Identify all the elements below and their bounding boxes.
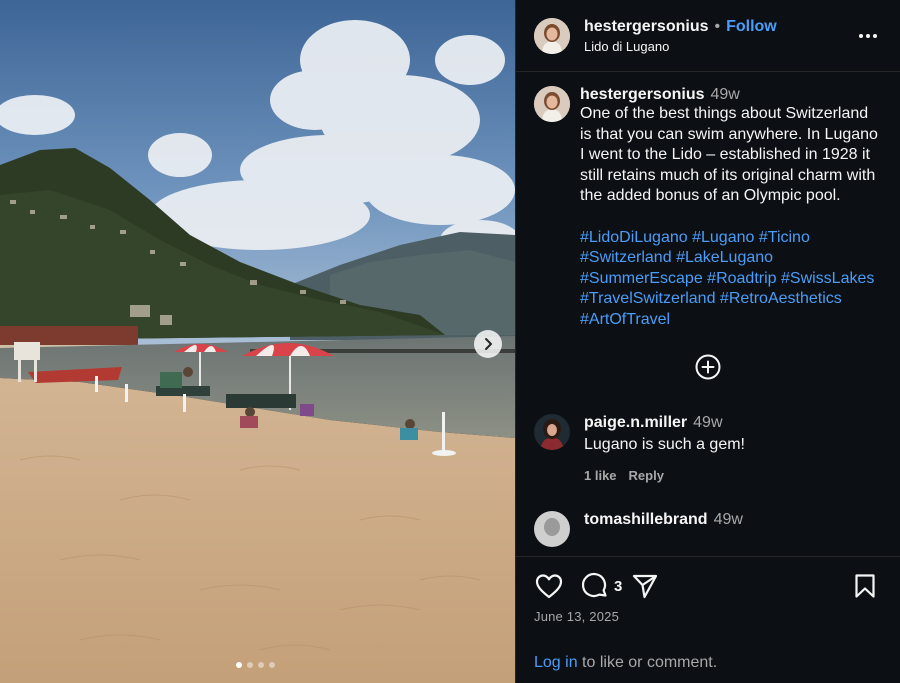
like-button[interactable] bbox=[534, 571, 564, 601]
comment-author[interactable]: paige.n.miller bbox=[584, 414, 687, 431]
follow-button[interactable]: Follow bbox=[726, 18, 777, 36]
author-username[interactable]: hestergersonius bbox=[584, 18, 708, 36]
caption-author-avatar[interactable] bbox=[534, 86, 570, 122]
hashtag-link[interactable]: #TravelSwitzerland bbox=[580, 290, 715, 307]
reply-button[interactable]: Reply bbox=[629, 468, 664, 483]
commenter-avatar-image bbox=[534, 510, 570, 547]
comment-author[interactable]: tomashillebrand bbox=[584, 511, 708, 528]
save-button[interactable] bbox=[850, 571, 880, 601]
carousel-dot bbox=[258, 662, 264, 668]
caption-avatar-image bbox=[534, 86, 570, 122]
header-separator: • bbox=[714, 17, 721, 35]
comment-item: paige.n.miller 49w Lugano is such a gem! … bbox=[516, 413, 900, 483]
post-header: hestergersonius • Follow Lido di Lugano bbox=[516, 0, 900, 72]
hashtag-link[interactable]: #Switzerland bbox=[580, 249, 672, 266]
caption-hashtags: #LidoDiLugano #Lugano #Ticino #Switzerla… bbox=[580, 228, 882, 331]
comment-likes[interactable]: 1 like bbox=[584, 468, 617, 483]
plus-circle-icon bbox=[695, 354, 721, 380]
login-link[interactable]: Log in bbox=[534, 654, 578, 671]
author-avatar-image bbox=[534, 17, 570, 54]
hashtag-link[interactable]: #LakeLugano bbox=[676, 249, 773, 266]
post-caption: hestergersonius 49w One of the best thing… bbox=[516, 73, 900, 331]
comments-section[interactable]: hestergersonius 49w One of the best thing… bbox=[516, 73, 900, 556]
comment-time: 49w bbox=[713, 510, 743, 528]
comment-button[interactable] bbox=[580, 571, 610, 601]
instagram-post: hestergersonius • Follow Lido di Lugano bbox=[0, 0, 900, 683]
hashtag-link[interactable]: #SwissLakes bbox=[781, 270, 874, 287]
more-horizontal-icon bbox=[859, 33, 877, 38]
hashtag-link[interactable]: #ArtOfTravel bbox=[580, 311, 670, 328]
login-prompt-text: to like or comment. bbox=[577, 654, 718, 671]
login-prompt: Log in to like or comment. bbox=[516, 624, 900, 672]
share-button[interactable] bbox=[630, 571, 660, 601]
more-options-button[interactable] bbox=[856, 24, 880, 48]
beach-photo bbox=[0, 0, 515, 683]
hashtag-link[interactable]: #SummerEscape bbox=[580, 270, 703, 287]
post-location[interactable]: Lido di Lugano bbox=[584, 39, 856, 54]
hashtag-link[interactable]: #LidoDiLugano bbox=[580, 229, 688, 246]
carousel-dot-active bbox=[236, 662, 242, 668]
comment-time: 49w bbox=[693, 413, 723, 431]
bookmark-icon bbox=[855, 574, 875, 598]
hashtag-link[interactable]: #Roadtrip bbox=[707, 270, 776, 287]
caption-text: One of the best things about Switzerland… bbox=[580, 105, 878, 205]
carousel-dot bbox=[269, 662, 275, 668]
commenter-avatar-image bbox=[534, 413, 570, 450]
commenter-avatar[interactable] bbox=[534, 413, 570, 450]
post-photo[interactable] bbox=[0, 0, 515, 683]
comment-count: 3 bbox=[614, 577, 623, 595]
paper-plane-icon bbox=[633, 574, 658, 599]
caption-time: 49w bbox=[710, 86, 740, 103]
chevron-right-icon bbox=[485, 338, 492, 350]
load-more-comments[interactable] bbox=[516, 353, 900, 387]
heart-icon bbox=[535, 574, 563, 599]
comment-icon bbox=[581, 572, 607, 598]
post-actions: 3 June 13, 2025 Log in to like or commen… bbox=[516, 556, 900, 683]
post-side-panel: hestergersonius • Follow Lido di Lugano bbox=[515, 0, 900, 683]
caption-author[interactable]: hestergersonius bbox=[580, 86, 704, 103]
next-photo-button[interactable] bbox=[474, 330, 502, 358]
carousel-dot bbox=[247, 662, 253, 668]
hashtag-link[interactable]: #Ticino bbox=[759, 229, 810, 246]
comment-text: Lugano is such a gem! bbox=[584, 435, 745, 453]
hashtag-link[interactable]: #Lugano bbox=[692, 229, 754, 246]
commenter-avatar[interactable] bbox=[534, 510, 570, 547]
comment-item: tomashillebrand 49w bbox=[516, 510, 900, 547]
carousel-indicators bbox=[236, 662, 275, 668]
hashtag-link[interactable]: #RetroAesthetics bbox=[720, 290, 842, 307]
post-date[interactable]: June 13, 2025 bbox=[516, 601, 900, 624]
author-avatar[interactable] bbox=[534, 17, 570, 54]
